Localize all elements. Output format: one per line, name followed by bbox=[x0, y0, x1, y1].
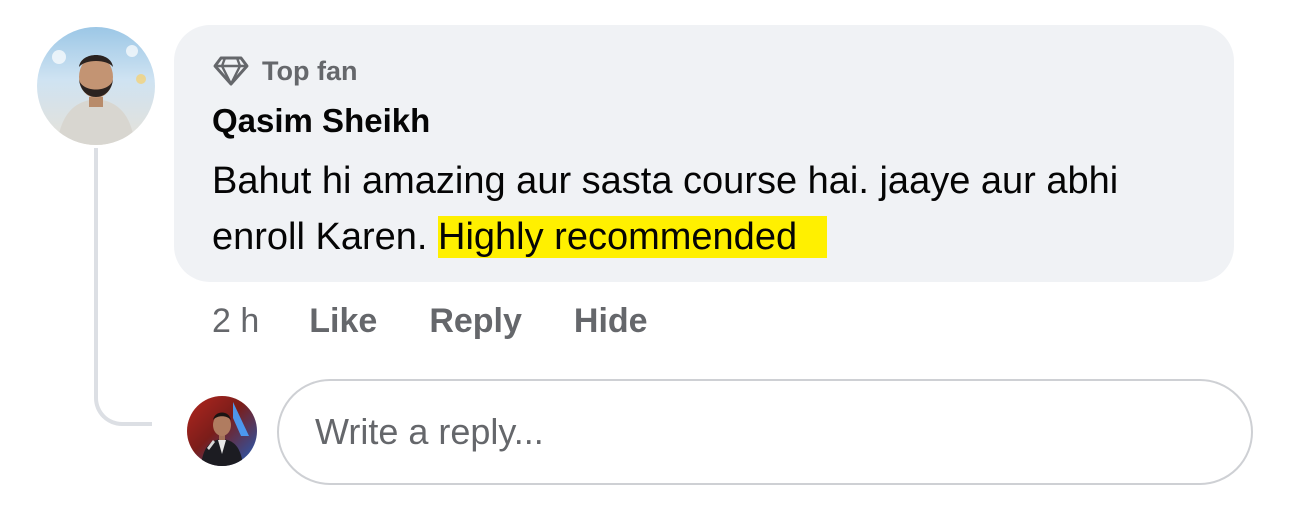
reply-button[interactable]: Reply bbox=[429, 302, 522, 341]
person-photo-icon bbox=[52, 45, 146, 145]
reply-input[interactable] bbox=[315, 411, 1215, 453]
hide-button[interactable]: Hide bbox=[574, 302, 648, 341]
badge-label: Top fan bbox=[262, 55, 358, 86]
person-photo-icon bbox=[201, 402, 249, 466]
current-user-avatar[interactable] bbox=[187, 396, 257, 466]
reply-box[interactable] bbox=[277, 379, 1253, 485]
thread-connector-line bbox=[94, 148, 152, 426]
top-fan-badge[interactable]: Top fan bbox=[212, 55, 357, 87]
like-button[interactable]: Like bbox=[309, 302, 377, 341]
comment-author-name[interactable]: Qasim Sheikh bbox=[212, 102, 430, 140]
comment-thread: Top fan Qasim Sheikh Bahut hi amazing au… bbox=[0, 0, 1290, 525]
comment-actions: 2 h Like Reply Hide bbox=[212, 302, 700, 341]
comment-text: Bahut hi amazing aur sasta course hai. j… bbox=[212, 153, 1212, 265]
comment-bubble: Top fan Qasim Sheikh Bahut hi amazing au… bbox=[174, 25, 1234, 282]
comment-text-highlighted: Highly recommended bbox=[438, 216, 828, 258]
diamond-icon bbox=[213, 56, 249, 86]
comment-timestamp[interactable]: 2 h bbox=[212, 302, 259, 341]
commenter-avatar[interactable] bbox=[37, 27, 155, 145]
